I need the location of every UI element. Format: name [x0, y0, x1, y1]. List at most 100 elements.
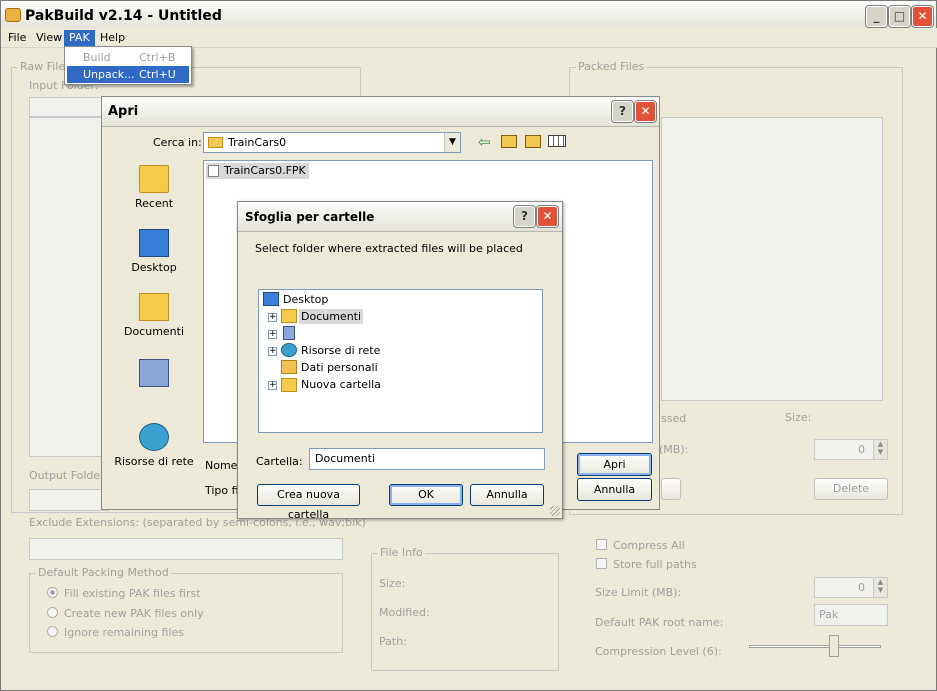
look-in-label: Cerca in: [153, 136, 202, 149]
open-dialog-title: Apri [108, 104, 139, 119]
resize-grip-icon[interactable] [550, 506, 560, 516]
window-title: PakBuild v2.14 - Untitled [25, 8, 222, 24]
radio-ignore-remaining[interactable] [47, 626, 58, 637]
store-paths-label: Store full paths [613, 558, 697, 571]
network-icon [281, 343, 297, 357]
size-limit-spinner[interactable]: 0 ▲ ▼ [814, 577, 888, 598]
back-icon[interactable]: ⇦ [478, 133, 491, 151]
menu-bar: File View PAK Help [1, 28, 937, 48]
root-name-value: Pak [819, 608, 839, 621]
tree-label: Nuova cartella [301, 378, 381, 391]
radio-create-new[interactable] [47, 607, 58, 618]
raw-files-list[interactable] [29, 117, 109, 457]
build-shortcut: Ctrl+B [139, 51, 176, 64]
menu-file[interactable]: File [3, 30, 31, 46]
tree-label: Risorse di rete [301, 344, 381, 357]
file-item[interactable]: TrainCars0.FPK [206, 163, 309, 179]
size-limit-arrows-icon[interactable]: ▲ ▼ [873, 578, 887, 597]
ok-button[interactable]: OK [389, 484, 463, 506]
open-button[interactable]: Apri [577, 453, 652, 476]
place-network-label: Risorse di rete [114, 455, 194, 468]
close-icon[interactable]: ✕ [912, 6, 933, 27]
pak-dropdown-menu: Build Ctrl+B Unpack... Ctrl+U [64, 46, 192, 85]
compression-slider-thumb[interactable] [829, 635, 839, 657]
new-folder-icon[interactable] [525, 135, 541, 148]
browse-dialog-title: Sfoglia per cartelle [245, 210, 375, 224]
root-name-field[interactable]: Pak [814, 604, 888, 626]
folder-tree[interactable]: Desktop + Documenti + + Risorse di rete … [258, 289, 543, 433]
chevron-down-icon[interactable]: ▼ [444, 133, 460, 152]
file-modified-label: Modified: [379, 606, 430, 619]
folder-icon [208, 137, 223, 148]
network-icon [139, 423, 169, 451]
maximize-icon[interactable]: □ [889, 6, 910, 27]
help-icon[interactable]: ? [514, 206, 535, 227]
close-icon[interactable]: ✕ [635, 101, 656, 122]
look-in-combo[interactable]: TrainCars0 ▼ [203, 132, 461, 153]
place-computer[interactable] [109, 359, 199, 391]
file-info-label: File Info [378, 546, 425, 559]
packed-size-label: Size: [785, 411, 812, 424]
minimize-icon[interactable]: _ [866, 6, 887, 27]
file-size-label: Size: [379, 577, 406, 590]
open-dialog-titlebar: Apri ? ✕ [102, 97, 659, 127]
browse-prompt: Select folder where extracted files will… [255, 242, 523, 255]
view-menu-icon[interactable] [548, 135, 566, 147]
menu-pak[interactable]: PAK [64, 30, 95, 46]
expand-icon[interactable]: + [268, 381, 277, 390]
documents-icon [139, 293, 169, 321]
help-icon[interactable]: ? [612, 101, 633, 122]
size-limit-value: 0 [858, 581, 865, 594]
folder-field[interactable]: Documenti [309, 448, 545, 470]
main-titlebar: PakBuild v2.14 - Untitled _ □ ✕ [1, 1, 936, 31]
file-name: TrainCars0.FPK [224, 164, 306, 177]
build-label: Build [83, 51, 111, 64]
place-desktop-label: Desktop [131, 261, 177, 274]
output-folder-field[interactable] [29, 489, 109, 511]
place-desktop[interactable]: Desktop [109, 229, 199, 274]
packed-files-list[interactable] [661, 117, 883, 401]
app-icon [5, 8, 21, 22]
menu-item-build[interactable]: Build Ctrl+B [67, 49, 189, 66]
input-folder-field[interactable] [29, 97, 109, 117]
recent-icon [139, 165, 169, 193]
exclude-extensions-field[interactable] [29, 538, 343, 560]
close-icon[interactable]: ✕ [537, 206, 558, 227]
compress-all-checkbox[interactable] [596, 539, 607, 550]
expand-icon[interactable]: + [268, 313, 277, 322]
browse-dialog: Sfoglia per cartelle ? ✕ Select folder w… [237, 201, 563, 521]
packed-action-button[interactable] [661, 478, 681, 500]
output-folder-label: Output Folder: [29, 469, 109, 482]
spinner-arrows-icon[interactable]: ▲ ▼ [873, 440, 887, 459]
new-folder-button[interactable]: Crea nuova cartella [257, 484, 360, 521]
expand-icon[interactable]: + [268, 330, 277, 339]
expand-icon[interactable]: + [268, 347, 277, 356]
menu-item-unpack[interactable]: Unpack... Ctrl+U [67, 66, 189, 83]
unpack-label: Unpack... [83, 68, 135, 81]
browse-cancel-button[interactable]: Annulla [470, 484, 544, 506]
place-network[interactable]: Risorse di rete [109, 423, 199, 468]
up-folder-icon[interactable] [501, 135, 517, 148]
compressed-label-fragment: ssed [661, 412, 687, 425]
packed-files-label: Packed Files [576, 60, 647, 73]
tree-label: Dati personali [301, 361, 378, 374]
place-documents[interactable]: Documenti [109, 293, 199, 338]
compress-all-label: Compress All [613, 539, 685, 552]
open-cancel-button[interactable]: Annulla [577, 478, 652, 501]
place-recent[interactable]: Recent [109, 165, 199, 210]
packing-method-label: Default Packing Method [36, 566, 171, 579]
place-documents-label: Documenti [123, 325, 185, 338]
delete-button[interactable]: Delete [814, 478, 888, 500]
user-folder-icon [281, 360, 297, 374]
browse-dialog-titlebar: Sfoglia per cartelle ? ✕ [238, 202, 562, 232]
radio-fill-existing[interactable] [47, 587, 58, 598]
desktop-icon [139, 229, 169, 257]
look-in-value: TrainCars0 [228, 136, 287, 149]
menu-view[interactable]: View [31, 30, 67, 46]
menu-help[interactable]: Help [95, 30, 130, 46]
option-create-new: Create new PAK files only [64, 607, 204, 620]
file-path-label: Path: [379, 635, 407, 648]
tree-label: Desktop [283, 293, 329, 306]
store-paths-checkbox[interactable] [596, 558, 607, 569]
pak-size-spinner[interactable]: 0 ▲ ▼ [814, 439, 888, 460]
